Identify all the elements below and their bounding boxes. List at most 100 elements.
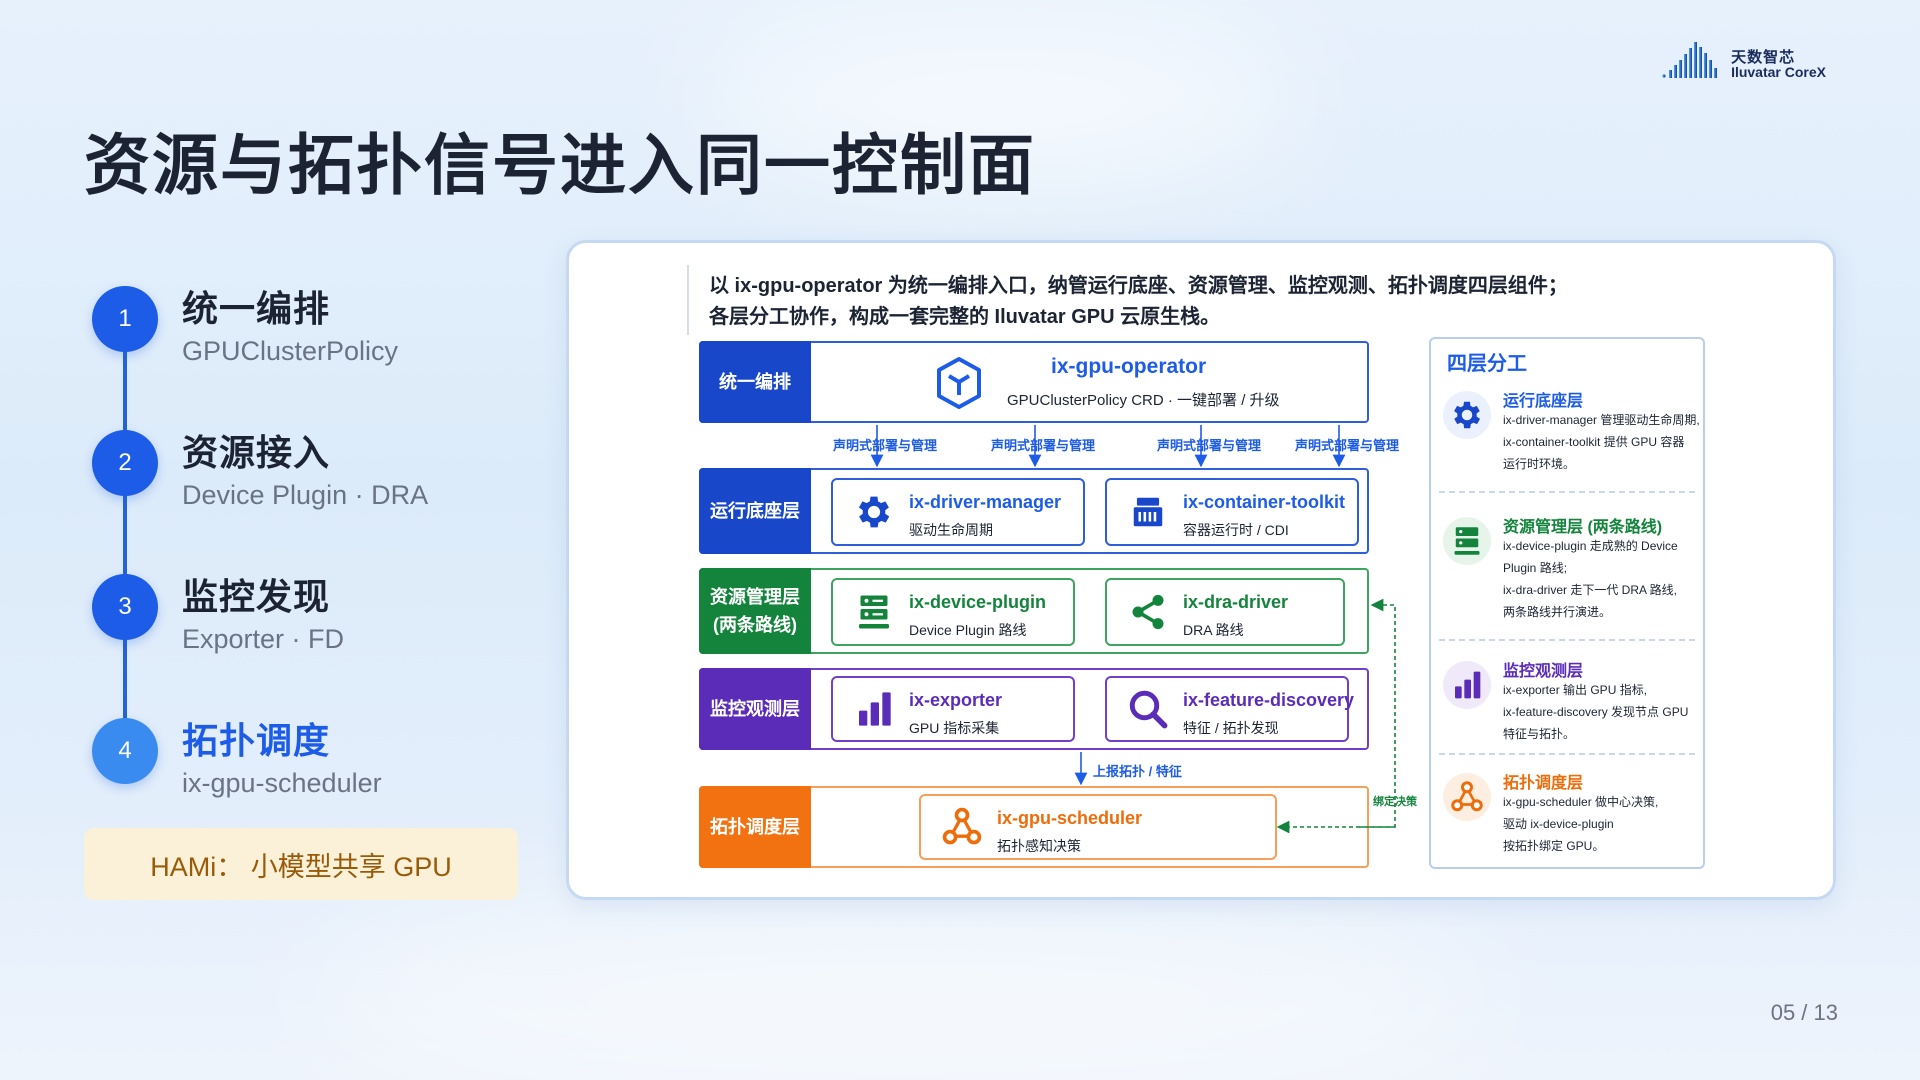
bar-chart-icon [851,686,897,732]
logo-mark-icon [1662,42,1718,78]
section-line: 两条路线并行演进。 [1503,605,1612,619]
edge-label-declare: 声明式部署与管理 [833,438,938,453]
node-ix-feature-discovery: ix-feature-discovery 特征 / 拓扑发现 [1105,676,1354,742]
intro-line-1: 以 ix-gpu-operator 为统一编排入口，纳管运行底座、资源管理、监控… [709,275,1568,297]
logo-cn-text: 天数智芯 [1731,48,1796,66]
operator-name: ix-gpu-operator [1051,355,1207,378]
section-divider [1439,491,1695,493]
step-number-badge: 4 [92,718,158,784]
gear-icon [1443,391,1491,439]
step-subtitle: Exporter · FD [182,624,345,654]
operator-cube-icon [937,357,981,409]
layer-label: 拓扑调度层 [699,786,811,868]
step-subtitle: GPUClusterPolicy [182,336,399,366]
node-name: ix-container-toolkit [1183,492,1346,512]
node-desc: 容器运行时 / CDI [1183,522,1289,538]
node-desc: DRA 路线 [1183,622,1244,638]
section-line: ix-dra-driver 走下一代 DRA 路线, [1503,583,1678,597]
node-ix-gpu-scheduler: ix-gpu-scheduler 拓扑感知决策 [919,794,1277,860]
step-title: 拓扑调度 [182,720,331,761]
hami-callout: HAMi： 小模型共享 GPU [84,828,518,900]
section-line: 驱动 ix-device-plugin [1503,817,1614,831]
node-name: ix-device-plugin [909,592,1047,612]
section-line: ix-device-plugin 走成熟的 Device [1503,539,1678,553]
node-desc: 驱动生命周期 [909,522,993,538]
topology-icon [939,804,985,850]
brand-logo: 天数智芯 Iluvatar CoreX [1661,38,1826,80]
operator-desc: GPUClusterPolicy CRD · 一键部署 / 升级 [1007,392,1280,409]
edge-label-report: 上报拓扑 / 特征 [1093,764,1182,779]
intro-line-2: 各层分工协作，构成一套完整的 Iluvatar GPU 云原生栈。 [709,306,1221,328]
step-number-badge: 1 [92,286,158,352]
page-title: 资源与拓扑信号进入同一控制面 [84,128,1036,202]
runtime-layer: 运行底座层 ix-driver-manager 驱动生命周期 ix-contai… [699,468,1369,554]
section-line: 特征与拓扑。 [1503,727,1576,741]
server-icon [851,589,897,635]
node-ix-driver-manager: ix-driver-manager 驱动生命周期 [831,478,1085,546]
section-line: ix-exporter 输出 GPU 指标, [1503,683,1648,697]
diagram-intro: 以 ix-gpu-operator 为统一编排入口，纳管运行底座、资源管理、监控… [709,271,1568,333]
step-number-badge: 2 [92,430,158,496]
logo-en-text: Iluvatar CoreX [1731,64,1826,81]
node-name: ix-exporter [909,690,1003,710]
monitor-layer: 监控观测层 ix-exporter GPU 指标采集 ix-feature-di… [699,668,1369,750]
section-line: 运行时环境。 [1503,457,1576,471]
step-title: 资源接入 [182,432,331,473]
topology-icon [1443,773,1491,821]
section-heading: 监控观测层 [1503,663,1584,680]
section-line: 按拓扑绑定 GPU。 [1503,839,1605,853]
step-title: 监控发现 [182,576,331,617]
section-line: ix-feature-discovery 发现节点 GPU [1503,705,1689,719]
panel-title: 四层分工 [1447,353,1527,375]
node-ix-exporter: ix-exporter GPU 指标采集 [831,676,1075,742]
section-heading: 拓扑调度层 [1503,775,1584,792]
node-desc: 特征 / 拓扑发现 [1183,720,1279,736]
node-desc: Device Plugin 路线 [909,622,1027,638]
node-ix-container-toolkit: ix-container-toolkit 容器运行时 / CDI [1105,478,1359,546]
section-line: ix-gpu-scheduler 做中心决策, [1503,795,1659,809]
node-name: ix-feature-discovery [1183,690,1355,710]
section-divider [1439,639,1695,641]
step-3: 3 监控发现 Exporter · FD [92,558,532,668]
layer-label: 统一编排 [699,341,811,423]
architecture-diagram-card: 以 ix-gpu-operator 为统一编排入口，纳管运行底座、资源管理、监控… [566,240,1836,900]
timeline-line [123,320,127,740]
node-desc: 拓扑感知决策 [997,838,1081,854]
layer-label-line-1: 资源管理层 [710,587,800,607]
scheduling-layer: 拓扑调度层 ix-gpu-scheduler 拓扑感知决策 [699,786,1369,868]
step-subtitle: Device Plugin · DRA [182,480,429,510]
section-heading: 资源管理层 (两条路线) [1503,519,1663,536]
page-number: 05 / 13 [1770,1000,1838,1025]
intro-divider [687,265,689,335]
step-title: 统一编排 [182,288,331,329]
section-heading: 运行底座层 [1503,393,1584,410]
edge-label-bind: 绑定决策 [1373,796,1417,808]
server-icon [1443,517,1491,565]
step-number-badge: 3 [92,574,158,640]
node-desc: GPU 指标采集 [909,720,1000,736]
edge-label-declare: 声明式部署与管理 [1295,438,1400,453]
layer-label: 资源管理层 (两条路线) [699,568,811,654]
gear-icon [851,489,897,535]
node-ix-dra-driver: ix-dra-driver DRA 路线 [1105,578,1345,646]
search-icon [1125,686,1171,732]
node-name: ix-driver-manager [909,492,1062,512]
step-subtitle: ix-gpu-scheduler [182,768,382,798]
section-line: ix-driver-manager 管理驱动生命周期, [1503,413,1700,427]
node-name: ix-gpu-scheduler [997,808,1143,828]
node-ix-device-plugin: ix-device-plugin Device Plugin 路线 [831,578,1075,646]
orchestration-layer: 统一编排 ix-gpu-operator GPUClusterPolicy CR… [699,341,1369,423]
layer-label: 运行底座层 [699,468,811,554]
share-icon [1125,589,1171,635]
edge-label-declare: 声明式部署与管理 [1157,438,1262,453]
step-1: 1 统一编排 GPUClusterPolicy [92,270,532,380]
node-name: ix-dra-driver [1183,592,1289,612]
section-line: ix-container-toolkit 提供 GPU 容器 [1503,435,1685,449]
section-line: Plugin 路线; [1503,561,1568,575]
step-2: 2 资源接入 Device Plugin · DRA [92,414,532,524]
bar-chart-icon [1443,661,1491,709]
step-4: 4 拓扑调度 ix-gpu-scheduler [92,702,532,812]
resource-layer: 资源管理层 (两条路线) ix-device-plugin Device Plu… [699,568,1369,654]
layer-label-line-2: (两条路线) [713,615,797,635]
container-icon [1125,489,1171,535]
